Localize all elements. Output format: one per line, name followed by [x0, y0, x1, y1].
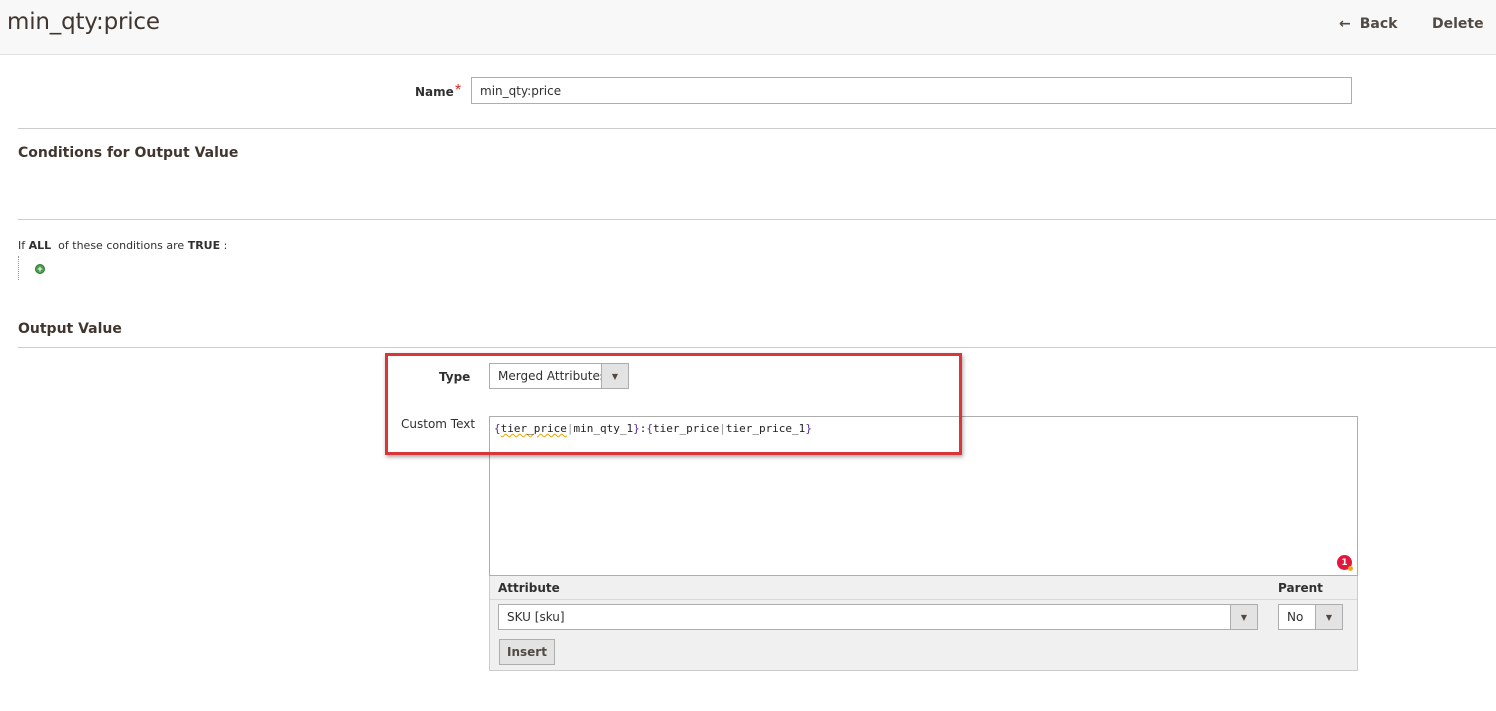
condition-middle: of these conditions are — [58, 239, 185, 252]
parent-select-value: No — [1287, 610, 1304, 624]
template-pipe: | — [719, 422, 726, 435]
attribute-column-label: Attribute — [498, 581, 560, 595]
output-section-title: Output Value — [18, 321, 122, 337]
name-input[interactable] — [471, 77, 1352, 104]
value-toggle[interactable]: TRUE — [188, 239, 220, 252]
custom-text-input[interactable]: {tier_price|min_qty_1}:{tier_price|tier_… — [489, 416, 1358, 576]
condition-tree-line — [18, 256, 19, 280]
template-brace: { — [646, 422, 653, 435]
name-label: Name — [415, 85, 454, 99]
page-title: min_qty:price — [7, 9, 160, 35]
divider — [18, 347, 1496, 348]
template-attribute: tier_price — [652, 422, 720, 435]
condition-suffix: : — [223, 239, 228, 252]
attribute-select[interactable]: SKU [sku] ▼ — [498, 604, 1258, 630]
condition-prefix: If — [18, 239, 26, 252]
delete-button[interactable]: Delete — [1432, 16, 1484, 32]
aggregator-toggle[interactable]: ALL — [29, 239, 52, 252]
dropdown-arrow-icon: ▼ — [601, 364, 628, 388]
page-header: min_qty:price ← Back Delete — [0, 0, 1496, 55]
divider — [18, 128, 1496, 129]
divider — [18, 219, 1496, 220]
template-brace: } — [805, 422, 812, 435]
back-button-label: Back — [1359, 16, 1398, 32]
dropdown-arrow-icon: ▼ — [1230, 605, 1257, 629]
add-condition-icon[interactable]: + — [35, 264, 45, 274]
condition-aggregator-line: If ALL of these conditions are TRUE : — [18, 239, 227, 252]
template-key: min_qty_1 — [573, 422, 634, 435]
dropdown-arrow-icon: ▼ — [1315, 605, 1342, 629]
template-attribute: tier_price — [500, 422, 567, 435]
custom-text-label: Custom Text — [401, 417, 476, 431]
template-key: tier_price_1 — [725, 422, 806, 435]
type-label: Type — [439, 370, 471, 384]
conditions-section-title: Conditions for Output Value — [18, 145, 239, 161]
parent-column-label: Parent — [1278, 581, 1323, 595]
warning-dot-icon — [1348, 566, 1353, 571]
template-brace: { — [494, 422, 501, 435]
type-select[interactable]: Merged Attributes ▼ — [489, 363, 629, 389]
insert-panel-header: Attribute Parent — [490, 576, 1357, 600]
type-select-value: Merged Attributes — [498, 369, 607, 383]
insert-button[interactable]: Insert — [499, 639, 555, 665]
attribute-select-value: SKU [sku] — [507, 610, 565, 624]
arrow-left-icon: ← — [1339, 16, 1351, 32]
required-mark: * — [455, 82, 462, 99]
parent-select[interactable]: No ▼ — [1278, 604, 1343, 630]
insert-attribute-panel: Attribute Parent SKU [sku] ▼ No ▼ Insert — [489, 576, 1358, 671]
template-brace: } — [633, 422, 640, 435]
back-button[interactable]: ← Back — [1339, 16, 1397, 32]
